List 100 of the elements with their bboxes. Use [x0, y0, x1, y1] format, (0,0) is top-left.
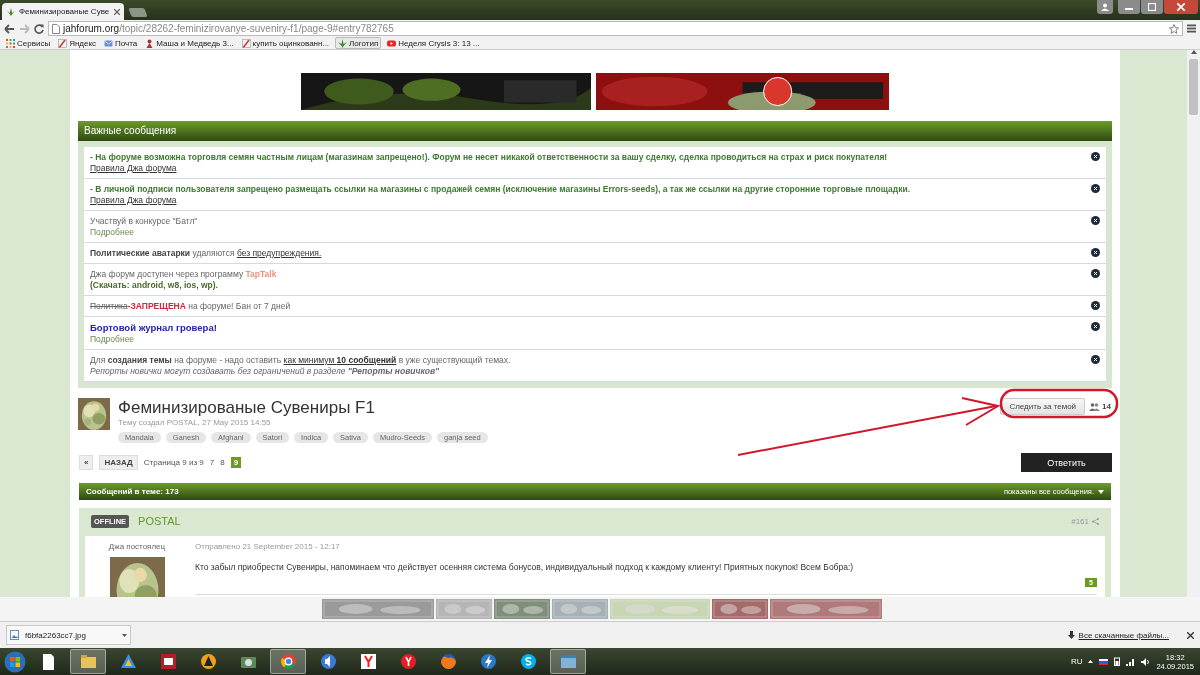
battery-icon[interactable] [1114, 657, 1121, 666]
back-button[interactable]: НАЗАД [99, 455, 138, 470]
bookmark[interactable]: Яндекс [56, 37, 99, 49]
follower-count: 14 [1089, 402, 1111, 411]
all-downloads-link[interactable]: Все скачанные файлы... [1067, 630, 1169, 640]
topic-meta: Тему создал POSTAL, 27 May 2015 14:55 [118, 418, 272, 427]
browser-tab[interactable]: Феминизированые Суве [2, 3, 124, 20]
link[interactable]: без предупреждения. [236, 248, 322, 258]
close-button[interactable] [1164, 0, 1198, 14]
maximize-icon [1148, 3, 1156, 11]
address-bar[interactable]: jahforum.org/topic/28262-feminizirovanye-suveniry-f1/page-9#entry782765 [48, 21, 1183, 36]
chat-icon [519, 653, 537, 670]
dismiss-icon[interactable] [1091, 322, 1100, 331]
bookmark[interactable]: Логотип [335, 37, 382, 49]
page-icon [52, 23, 60, 34]
member-rank: Джа постоялец [108, 542, 166, 551]
speaker-icon [319, 653, 337, 670]
caret-up-icon[interactable] [1088, 660, 1094, 663]
signal-icon[interactable] [1126, 657, 1136, 666]
triangle-icon [119, 653, 137, 670]
dismiss-icon[interactable] [1091, 269, 1100, 278]
player-icon [199, 653, 217, 670]
language-indicator[interactable]: RU [1070, 657, 1083, 666]
menu-icon[interactable] [1187, 24, 1196, 33]
back-icon[interactable] [4, 23, 15, 34]
reload-icon[interactable] [34, 23, 44, 34]
notice-text: Джа форум доступен через программу TapTalk [90, 269, 277, 280]
people-icon [1089, 402, 1101, 411]
close-icon[interactable] [1187, 631, 1194, 639]
caret-icon[interactable] [122, 633, 127, 637]
bookmark[interactable]: Неделя Crysis 3: 13 ... [385, 37, 482, 49]
browser-icon [279, 653, 297, 670]
video-icon [387, 38, 397, 48]
scrollbar[interactable] [1187, 50, 1200, 597]
person-icon [1101, 3, 1109, 11]
dismiss-icon[interactable] [1091, 301, 1100, 310]
lightning-icon [479, 653, 497, 670]
post-date: Отправлено 21 September 2015 - 12:17 [195, 542, 341, 551]
notice-text: Участвуй в конкурсе "Батл" [90, 216, 198, 227]
share-icon [1092, 517, 1099, 525]
close-icon[interactable] [114, 8, 120, 15]
follow-button[interactable]: Следить за темой [1000, 398, 1086, 415]
minimize-button[interactable] [1118, 0, 1140, 14]
page-summary: Страница 9 из 9 [143, 458, 204, 467]
flag-icon[interactable] [1099, 658, 1109, 665]
dismiss-icon[interactable] [1091, 248, 1100, 257]
post-count: Сообщений в теме: 173 [86, 487, 179, 496]
notice-link[interactable]: Правила Джа форума [90, 195, 911, 206]
notice-text: Для создания темы на форуме - надо оставить как минимум 10 сообщений в уже существующий темах. [90, 355, 511, 366]
new-tab-button[interactable] [128, 8, 148, 17]
notice-text: Политика-ЗАПРЕЩЕНА на форуме! Бан от 7 дней [90, 301, 291, 312]
reply-button[interactable]: Ответить [1021, 453, 1112, 472]
notice-text: Репорты новички могут создавать без ограничений в разделе "Репорты новичков" [90, 366, 441, 377]
bookmark[interactable]: Маша и Медведь 3... [143, 37, 236, 49]
link[interactable]: как минимум 10 сообщений [283, 355, 397, 365]
notice-text: Бортовой журнал гровера! [90, 322, 217, 334]
folder-icon [79, 653, 97, 670]
y-circle-icon [399, 653, 417, 670]
dismiss-icon[interactable] [1091, 216, 1100, 225]
window-icon [559, 653, 577, 670]
notice-text: - На форуме возможна торговля семян частным лицам (магазинам запрещено!). Форум не несет никакой ответственности за вашу сделку, сделка проводиться на страх и риск покупателя! [90, 152, 888, 163]
star-icon[interactable] [1169, 23, 1179, 34]
bookmark[interactable]: купить оцинкованн... [239, 37, 332, 49]
download-item[interactable]: f6bfa2263cc7.jpg [6, 625, 131, 645]
volume-icon[interactable] [1141, 657, 1151, 666]
figure-icon [145, 38, 155, 48]
notice-link[interactable]: Правила Джа форума [90, 163, 888, 174]
tab-title: Феминизированые Суве [19, 7, 111, 16]
post-text: Кто забыл приобрести Сувениры, напоминаем что действует осенняя система бонусов, индивидуальный подход к каждому клиенту! Приятных покупок! Всем Бобра:) [195, 562, 855, 572]
maximize-button[interactable] [1141, 0, 1163, 14]
dismiss-icon[interactable] [1091, 355, 1100, 364]
more-link[interactable]: Подробнее [90, 227, 198, 238]
y-logo-icon [359, 653, 377, 670]
panel-header: Важные сообщения [78, 121, 1112, 141]
dismiss-icon[interactable] [1091, 184, 1100, 193]
bookmark[interactable]: Почта [102, 37, 140, 49]
mail-icon [104, 38, 114, 48]
close-icon [1177, 3, 1185, 11]
page-link[interactable]: 7 [209, 458, 215, 467]
start-button[interactable] [4, 650, 26, 673]
notice-text: - В личной подписи пользователя запрещено размещать ссылки на магазины с продажей семян (исключение магазины Errors-seeds), а так же ссылки на другие сторонние торговые площадки. [90, 184, 911, 195]
page-icon [241, 38, 251, 48]
caret-icon [1098, 489, 1104, 494]
leaf-icon [338, 38, 348, 48]
notice-text: Политические аватарки удаляются без предупреждения. [90, 248, 322, 259]
page-link[interactable]: 8 [220, 458, 225, 467]
page-icon [58, 38, 68, 48]
bookmark[interactable]: Сервисы [4, 37, 53, 49]
download-icon [1067, 631, 1075, 639]
apps-icon [6, 38, 15, 48]
file-name: f6bfa2263cc7.jpg [25, 630, 87, 640]
user-button[interactable] [1097, 0, 1113, 14]
image-file-icon [10, 630, 19, 640]
media-icon [159, 653, 177, 670]
dismiss-icon[interactable] [1091, 152, 1100, 161]
topic-title: Феминизированые Сувениры F1 [118, 398, 376, 417]
notice-text: (Скачать: android, w8, ios, wp). [90, 280, 219, 291]
more-link[interactable]: Подробнее [90, 334, 217, 345]
scrollbar-thumb[interactable] [1189, 59, 1198, 115]
first-page-button[interactable]: « [79, 455, 94, 470]
